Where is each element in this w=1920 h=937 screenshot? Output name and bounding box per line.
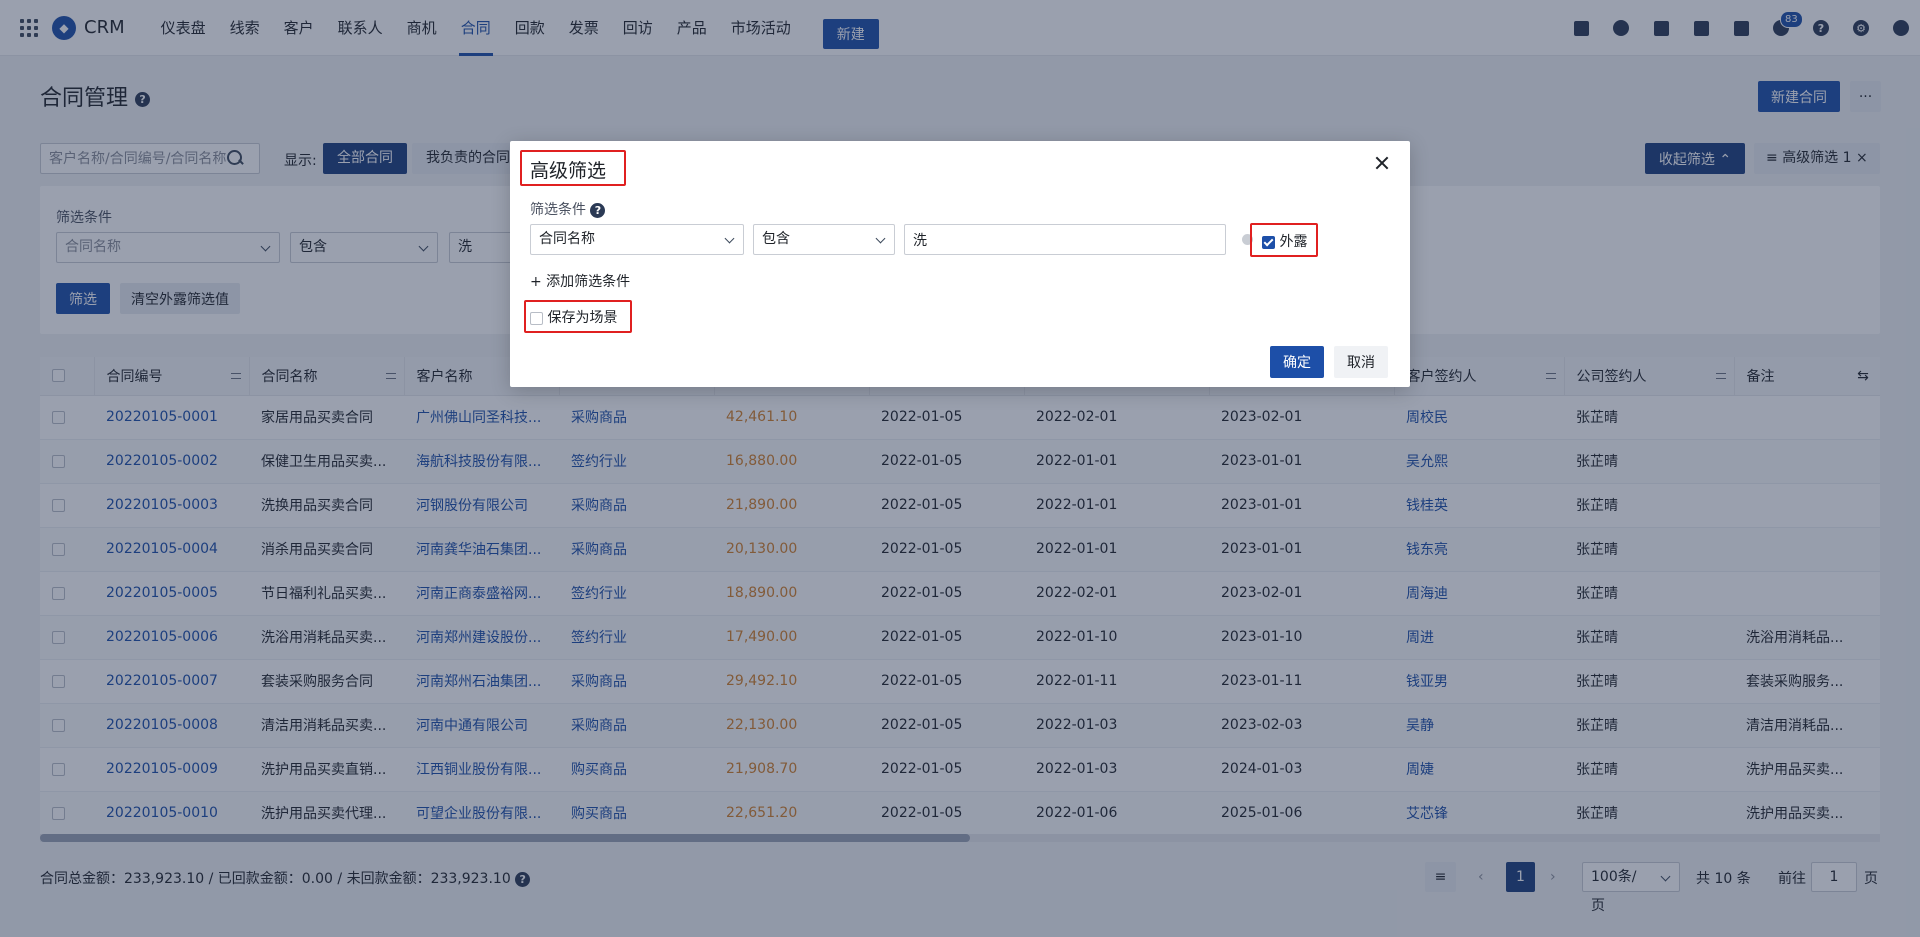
expose-checkbox[interactable]: 外露 xyxy=(1262,231,1307,251)
unchecked-checkbox-icon[interactable] xyxy=(530,311,543,325)
condition-label: 筛选条件 ? xyxy=(530,199,606,219)
confirm-button[interactable]: 确定 xyxy=(1270,346,1324,378)
save-scene-checkbox[interactable]: 保存为场景 xyxy=(530,307,617,327)
cancel-button[interactable]: 取消 xyxy=(1334,346,1388,378)
condition-operator-select[interactable]: 包含 xyxy=(753,224,895,255)
condition-value-input[interactable] xyxy=(904,224,1226,255)
condition-field-select[interactable]: 合同名称 xyxy=(530,224,744,255)
advanced-filter-dialog: 高级筛选 筛选条件 ? 合同名称 包含 外露 + 添加筛选条件 保存为场景 确定… xyxy=(510,141,1410,387)
dialog-title: 高级筛选 xyxy=(530,160,607,182)
add-condition-link[interactable]: + 添加筛选条件 xyxy=(530,271,630,291)
help-icon[interactable]: ? xyxy=(590,202,606,218)
close-icon[interactable] xyxy=(1374,155,1390,171)
checked-checkbox-icon[interactable] xyxy=(1262,235,1275,249)
